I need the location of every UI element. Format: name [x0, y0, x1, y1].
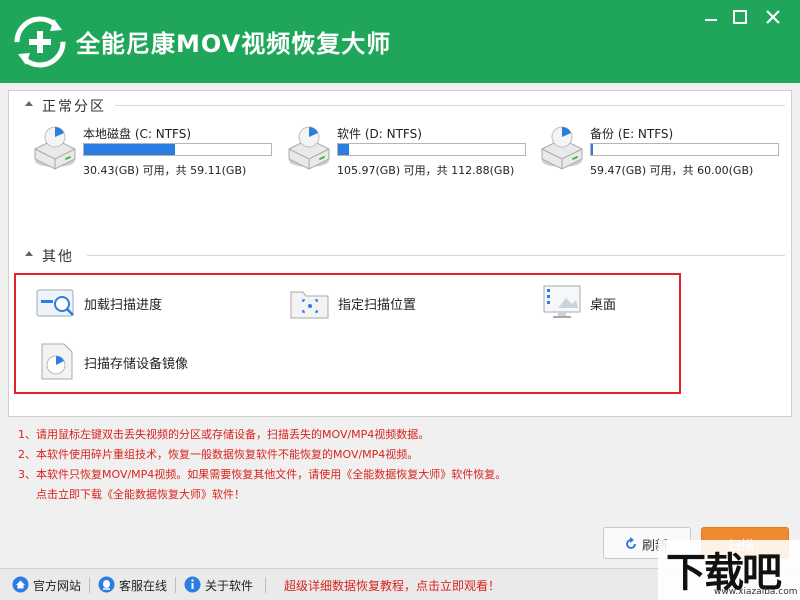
note-3: 3、本软件只恢复MOV/MP4视频。如果需要恢复其他文件，请使用《全能数据恢复大… [18, 468, 507, 481]
divider [87, 255, 785, 256]
load-scan-progress-option[interactable]: 加载扫描进度 [34, 282, 254, 322]
tutorial-promo-link[interactable]: 超级详细数据恢复教程，点击立即观看！ [284, 577, 500, 594]
chat-icon [98, 576, 115, 593]
instructions: 1、请用鼠标左键双击丢失视频的分区或存储设备，扫描丢失的MOV/MP4视频数据。… [18, 425, 718, 505]
note-2: 2、本软件使用碎片重组技术，恢复一般数据恢复软件不能恢复的MOV/MP4视频。 [18, 448, 419, 461]
specify-scan-location-option[interactable]: 指定扫描位置 [288, 282, 508, 322]
option-label: 桌面 [590, 298, 617, 313]
drive-name: 本地磁盘 (C: NTFS) [83, 127, 192, 141]
main-panel: 正常分区 本地磁盘 (C: NTFS) 30.43(GB) 可用，共 59.11… [8, 90, 792, 417]
usage-bar-fill [338, 144, 350, 155]
drive-name: 软件 (D: NTFS) [337, 127, 422, 141]
app-logo-icon [14, 16, 66, 68]
info-icon [184, 576, 201, 593]
divider [175, 577, 176, 593]
divider [265, 577, 266, 593]
disk-image-icon [41, 343, 73, 380]
usage-bar [590, 143, 779, 156]
download-link[interactable]: 点击立即下载《全能数据恢复大师》软件！ [18, 485, 718, 505]
section-label: 正常分区 [42, 99, 106, 115]
hard-disk-icon [34, 126, 76, 170]
divider [89, 577, 90, 593]
collapse-icon [25, 251, 33, 256]
divider [115, 105, 785, 106]
watermark: 下载吧 www.xiazaiba.com [658, 540, 800, 600]
usage-bar [337, 143, 526, 156]
drive-d[interactable]: 软件 (D: NTFS) 105.97(GB) 可用，共 112.88(GB) [285, 121, 535, 181]
drive-e[interactable]: 备份 (E: NTFS) 59.47(GB) 可用，共 60.00(GB) [538, 121, 788, 181]
drive-c[interactable]: 本地磁盘 (C: NTFS) 30.43(GB) 可用，共 59.11(GB) [31, 121, 281, 181]
website-label: 官方网站 [33, 579, 82, 593]
option-label: 扫描存储设备镜像 [84, 357, 189, 372]
load-progress-icon [36, 289, 74, 317]
minimize-icon [705, 19, 717, 21]
option-label: 指定扫描位置 [338, 298, 417, 313]
close-icon [766, 10, 780, 24]
option-label: 加载扫描进度 [84, 298, 163, 313]
refresh-icon [626, 537, 636, 549]
hard-disk-icon [541, 126, 583, 170]
watermark-url: www.xiazaiba.com [714, 587, 798, 597]
scan-disk-image-option[interactable]: 扫描存储设备镜像 [34, 341, 254, 381]
home-icon [12, 576, 29, 593]
app-title: 全能尼康MOV视频恢复大师 [76, 30, 392, 58]
folder-scan-icon [290, 291, 329, 319]
maximize-icon [733, 10, 747, 24]
drive-name: 备份 (E: NTFS) [590, 127, 674, 141]
about-label: 关于软件 [205, 579, 254, 593]
drive-capacity: 30.43(GB) 可用，共 59.11(GB) [83, 164, 247, 177]
drive-capacity: 105.97(GB) 可用，共 112.88(GB) [337, 164, 515, 177]
desktop-option[interactable]: 桌面 [540, 282, 760, 322]
section-other[interactable]: 其他 [17, 245, 785, 265]
title-bar: 全能尼康MOV视频恢复大师 [0, 0, 800, 83]
usage-bar [83, 143, 272, 156]
usage-bar-fill [84, 144, 175, 155]
maximize-button[interactable] [729, 6, 751, 28]
drive-capacity: 59.47(GB) 可用，共 60.00(GB) [590, 164, 754, 177]
note-1: 1、请用鼠标左键双击丢失视频的分区或存储设备，扫描丢失的MOV/MP4视频数据。 [18, 428, 430, 441]
section-label: 其他 [42, 249, 74, 265]
close-button[interactable] [762, 6, 784, 28]
usage-bar-fill [591, 144, 593, 155]
section-normal-partitions[interactable]: 正常分区 [17, 95, 785, 115]
collapse-icon [25, 101, 33, 106]
other-options-box: 加载扫描进度 指定扫描位置 桌面 扫描存储设备镜像 [14, 273, 681, 394]
service-label: 客服在线 [119, 579, 168, 593]
hard-disk-icon [288, 126, 330, 170]
desktop-icon [543, 285, 581, 318]
minimize-button[interactable] [700, 6, 722, 28]
